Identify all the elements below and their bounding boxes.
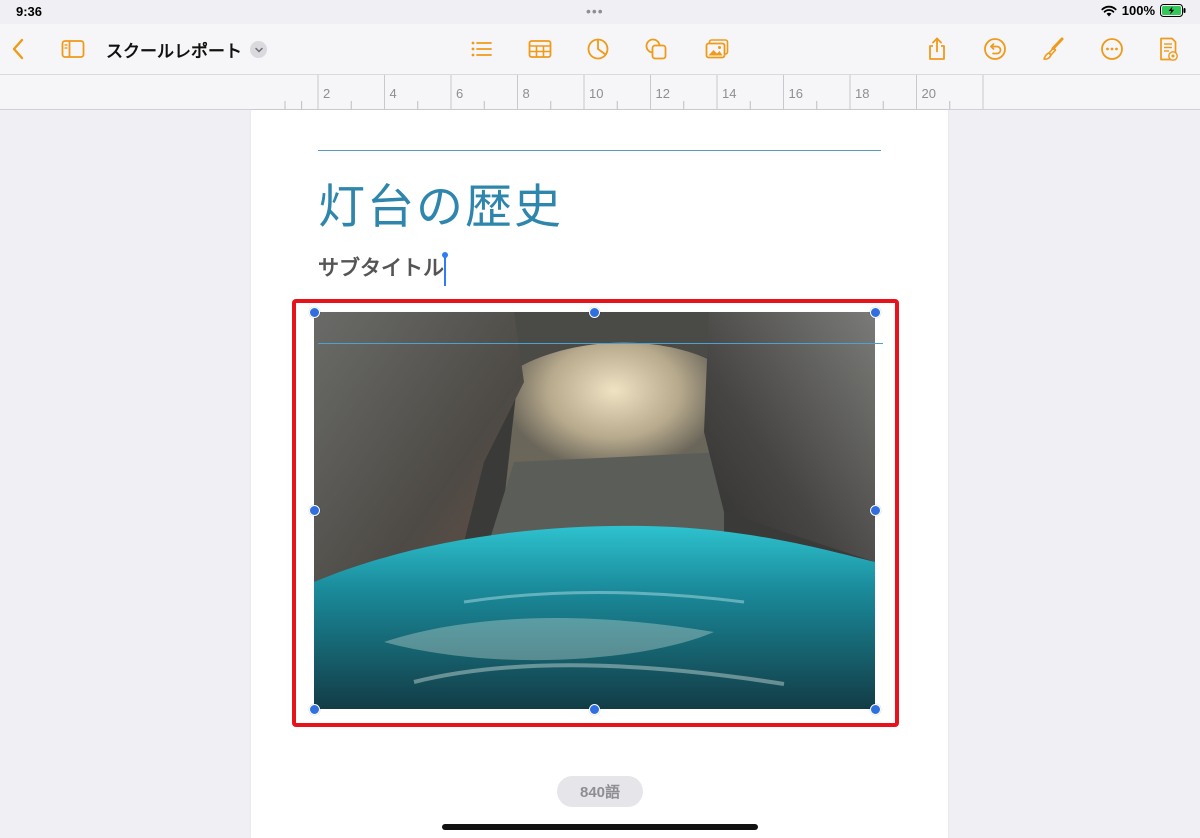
resize-handle-right[interactable] [870,505,881,516]
document-view-button[interactable] [1151,32,1185,66]
ruler-label: 16 [789,86,803,101]
shapes-icon [645,38,667,60]
paintbrush-icon [1043,37,1064,60]
ruler-label: 8 [523,86,530,101]
back-button[interactable] [2,32,36,66]
insert-table-button[interactable] [523,32,557,66]
undo-button[interactable] [978,32,1012,66]
cave-photo-icon [314,312,875,709]
alignment-guide [318,343,883,344]
ruler-label: 14 [722,86,736,101]
status-time: 9:36 [16,4,43,19]
more-icon [1101,38,1123,60]
toolbar: スクールレポート [0,24,1200,75]
resize-handle-left[interactable] [309,505,320,516]
wifi-icon [1101,5,1117,16]
chevron-left-icon [12,38,24,60]
document-view-icon [1160,37,1178,61]
ruler-label: 18 [855,86,869,101]
media-icon [705,39,729,59]
insert-shape-button[interactable] [639,32,673,66]
ruler-label: 12 [656,86,670,101]
format-button[interactable] [1037,32,1071,66]
resize-handle-bottom-left[interactable] [309,704,320,715]
word-count-badge[interactable]: 840語 [557,776,643,807]
document-title-menu[interactable]: スクールレポート [106,37,267,62]
table-icon [528,40,552,58]
insert-media-button[interactable] [700,32,734,66]
document-page[interactable]: 灯台の歴史 サブタイトル [251,110,948,838]
battery-charging-icon [1160,4,1186,17]
document-subtitle[interactable]: サブタイトル [318,252,444,282]
chart-icon [587,38,609,60]
ruler-label: 2 [323,86,330,101]
sidebar-icon [61,40,85,58]
home-indicator[interactable] [442,824,758,830]
more-button[interactable] [1095,32,1129,66]
ruler-label: 10 [589,86,603,101]
list-icon [471,41,492,57]
share-button[interactable] [920,32,954,66]
ruler-label: 6 [456,86,463,101]
title-rule [318,150,881,151]
resize-handle-bottom-right[interactable] [870,704,881,715]
ruler-label: 4 [390,86,397,101]
text-caret [444,256,446,286]
status-right: 100% [1101,3,1186,18]
document-canvas: 灯台の歴史 サブタイトル [0,110,1200,838]
ruler-label: 20 [922,86,936,101]
ruler-scale: 2 4 6 8 10 12 14 16 18 20 [284,75,984,109]
document-title: スクールレポート [106,42,242,61]
resize-handle-bottom[interactable] [589,704,600,715]
chevron-down-icon [254,47,263,53]
ruler[interactable]: 2 4 6 8 10 12 14 16 18 20 [0,75,1200,110]
battery-percent: 100% [1121,3,1155,18]
title-dropdown-button[interactable] [250,41,267,58]
multitask-dots[interactable]: ••• [586,3,604,19]
document-heading[interactable]: 灯台の歴史 [318,168,563,237]
undo-icon [984,38,1006,60]
resize-handle-top-right[interactable] [870,307,881,318]
status-bar: 9:36 ••• 100% [0,0,1200,24]
insert-list-button[interactable] [464,32,498,66]
resize-handle-top-left[interactable] [309,307,320,318]
share-icon [929,37,945,60]
sidebar-button[interactable] [56,32,90,66]
cave-photo[interactable] [314,312,875,709]
insert-chart-button[interactable] [581,32,615,66]
resize-handle-top[interactable] [589,307,600,318]
